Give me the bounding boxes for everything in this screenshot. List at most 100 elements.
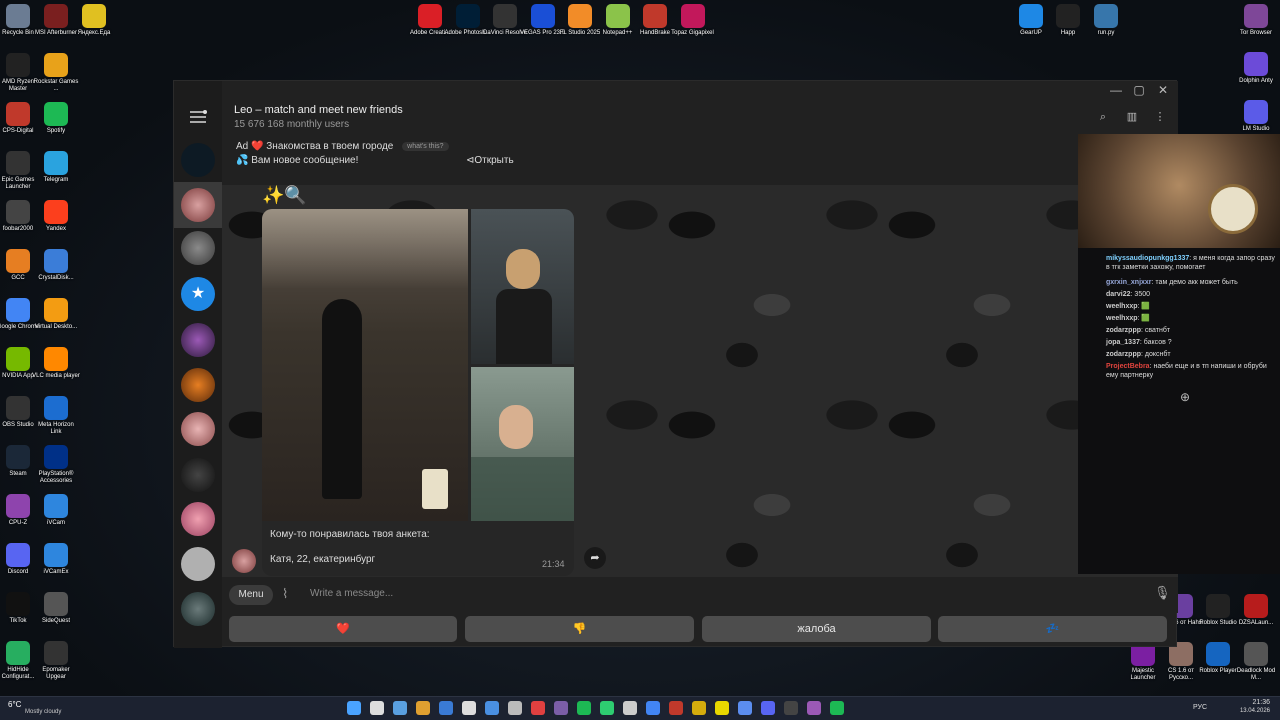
desktop-icon[interactable]: Rockstar Games ... [32,53,80,93]
taskbar-app-icon[interactable] [830,701,844,715]
add-icon[interactable]: ⊕ [1180,390,1190,404]
chat-avatar-8[interactable] [181,502,215,536]
message-input[interactable]: Write a message... [310,588,393,599]
bot-menu-button[interactable]: Menu [229,585,273,605]
taskbar-app-icon[interactable] [669,701,683,715]
language-indicator[interactable]: РУС [1193,704,1207,711]
chat-avatar-6[interactable] [181,412,215,446]
taskbar-app-icon[interactable] [439,701,453,715]
notification-dot [203,110,207,114]
clock-time[interactable]: 21:36 [1240,699,1270,706]
chat-avatar-5[interactable] [181,368,215,402]
right-desktop-icon[interactable]: LM Studio [1232,100,1280,133]
ad-whats-this[interactable]: what's this? [402,141,449,151]
more-vertical-icon[interactable]: ⋮ [1154,111,1166,123]
taskbar-app-icon[interactable] [554,701,568,715]
chat-avatar-10[interactable] [181,592,215,626]
maximize-icon[interactable]: ▢ [1132,83,1146,97]
taskbar-app-icon[interactable] [738,701,752,715]
close-icon[interactable]: ✕ [1156,83,1170,97]
taskbar-app-icon[interactable] [646,701,660,715]
photo-1[interactable] [262,209,468,521]
clock-date[interactable]: 13.04.2026 [1232,708,1270,714]
microphone-icon[interactable]: 🎙 [1154,585,1171,601]
desktop-icon[interactable]: Meta Horizon Link [32,396,80,436]
chat-text: 🟩 [1141,303,1151,310]
sidebar-toggle-icon[interactable]: ▥ [1126,111,1138,123]
taskbar-app-icon[interactable] [577,701,591,715]
keyboard-button-like[interactable]: ❤️ [229,616,457,642]
taskbar-app-icon[interactable] [784,701,798,715]
desktop-icon-label: Tor Browser [1239,30,1272,36]
desktop-icon[interactable]: CrystalDisk... [32,249,80,282]
desktop-icon[interactable]: SideQuest [32,592,80,625]
photo-3[interactable] [471,367,574,521]
chat-avatar-yep[interactable] [181,323,215,357]
ad-open-label: Открыть [474,155,514,166]
sponsored-banner[interactable]: Ad ❤️ Знакомства в твоем городе what's t… [222,139,1178,185]
sender-avatar[interactable] [232,549,256,573]
right-desktop-icon[interactable]: Tor Browser [1232,4,1280,37]
taskbar-app-icon[interactable] [347,701,361,715]
chat-avatar-9[interactable] [181,547,215,581]
desktop-icon[interactable]: iVCam [32,494,80,527]
taskbar-app-icon[interactable] [370,701,384,715]
minimize-icon[interactable]: — [1109,83,1123,97]
desktop-icon[interactable]: PlayStation® Accessories [32,445,80,485]
desktop-icon[interactable]: Spotify [32,102,80,135]
taskbar-app-icon[interactable] [393,701,407,715]
desktop-icon-icon [6,445,30,469]
desktop-icon[interactable]: VLC media player [32,347,80,380]
keyboard-button-report[interactable]: жалоба [702,616,931,642]
desktop-icon[interactable]: Epomaker Upgear [32,641,80,681]
taskbar-app-icon[interactable] [416,701,430,715]
desktop-icon[interactable]: Yandex [32,200,80,233]
weather-temp[interactable]: 6°C [8,700,21,709]
chat-avatar-channel[interactable] [181,143,215,177]
top-desktop-icon[interactable]: Topaz Gigapixel [669,4,717,37]
desktop-icon-icon [6,347,30,371]
br-desktop-icon[interactable]: DZSALaun... [1232,594,1280,627]
desktop-icon[interactable]: Яндекс.Еда [70,4,118,37]
taskbar-app-icon[interactable] [462,701,476,715]
stream-chat-message: jopa_1337: баксов ? [1106,339,1172,346]
right-desktop-icon[interactable]: Dolphin Anty [1232,52,1280,85]
taskbar-app-icon[interactable] [508,701,522,715]
chat-avatar-2[interactable] [181,231,215,265]
desktop-icon-label: GearUP [1020,30,1042,36]
taskbar-app-icon[interactable] [531,701,545,715]
taskbar-app-icon[interactable] [485,701,499,715]
taskbar-app-icon[interactable] [807,701,821,715]
ad-title: Знакомства в твоем городе [266,141,394,152]
chat-avatar-7[interactable] [181,458,215,492]
desktop-icon[interactable]: iVCamEx [32,543,80,576]
desktop-icon[interactable]: Virtual Deskto... [32,298,80,331]
desktop-icon-label: Spotify [46,128,66,134]
right-desktop-icon[interactable]: run.py [1082,4,1130,37]
taskbar-app-icon[interactable] [761,701,775,715]
chat-username: weelhxxp [1106,315,1138,322]
stream-chat-message: weelhxxp: 🟩 [1106,303,1151,310]
br-desktop-icon[interactable]: Deadlock Mod M... [1232,642,1280,682]
chat-avatar-star-icon[interactable]: ★ [181,277,215,311]
chat-title[interactable]: Leo – match and meet new friends [234,104,403,116]
ad-open-button[interactable]: ⊲Открыть [466,155,514,166]
taskbar-app-icon[interactable] [623,701,637,715]
keyboard-button-sleep[interactable]: 💤 [938,616,1167,642]
forward-icon[interactable]: ➦ [584,547,606,569]
taskbar-app-icon[interactable] [692,701,706,715]
chat-avatar-leo[interactable] [181,188,215,222]
stream-overlay: mikyssaudiopunkgg1337: я меня когда запо… [1078,134,1280,574]
photo-2[interactable] [471,209,574,364]
desktop-icon-icon [44,249,68,273]
search-icon[interactable]: ⌕ [1097,111,1109,123]
desktop-icon-icon [44,151,68,175]
top-desktop-icon-icon [530,4,555,28]
attach-icon[interactable]: ⌇ [282,586,288,602]
taskbar-app-icon[interactable] [715,701,729,715]
message-bubble[interactable]: Кому-то понравилась твоя анкета: [262,209,574,576]
taskbar-app-icon[interactable] [600,701,614,715]
chat-username: jopa_1337 [1106,339,1140,346]
desktop-icon[interactable]: Telegram [32,151,80,184]
keyboard-button-dislike[interactable]: 👎 [465,616,694,642]
